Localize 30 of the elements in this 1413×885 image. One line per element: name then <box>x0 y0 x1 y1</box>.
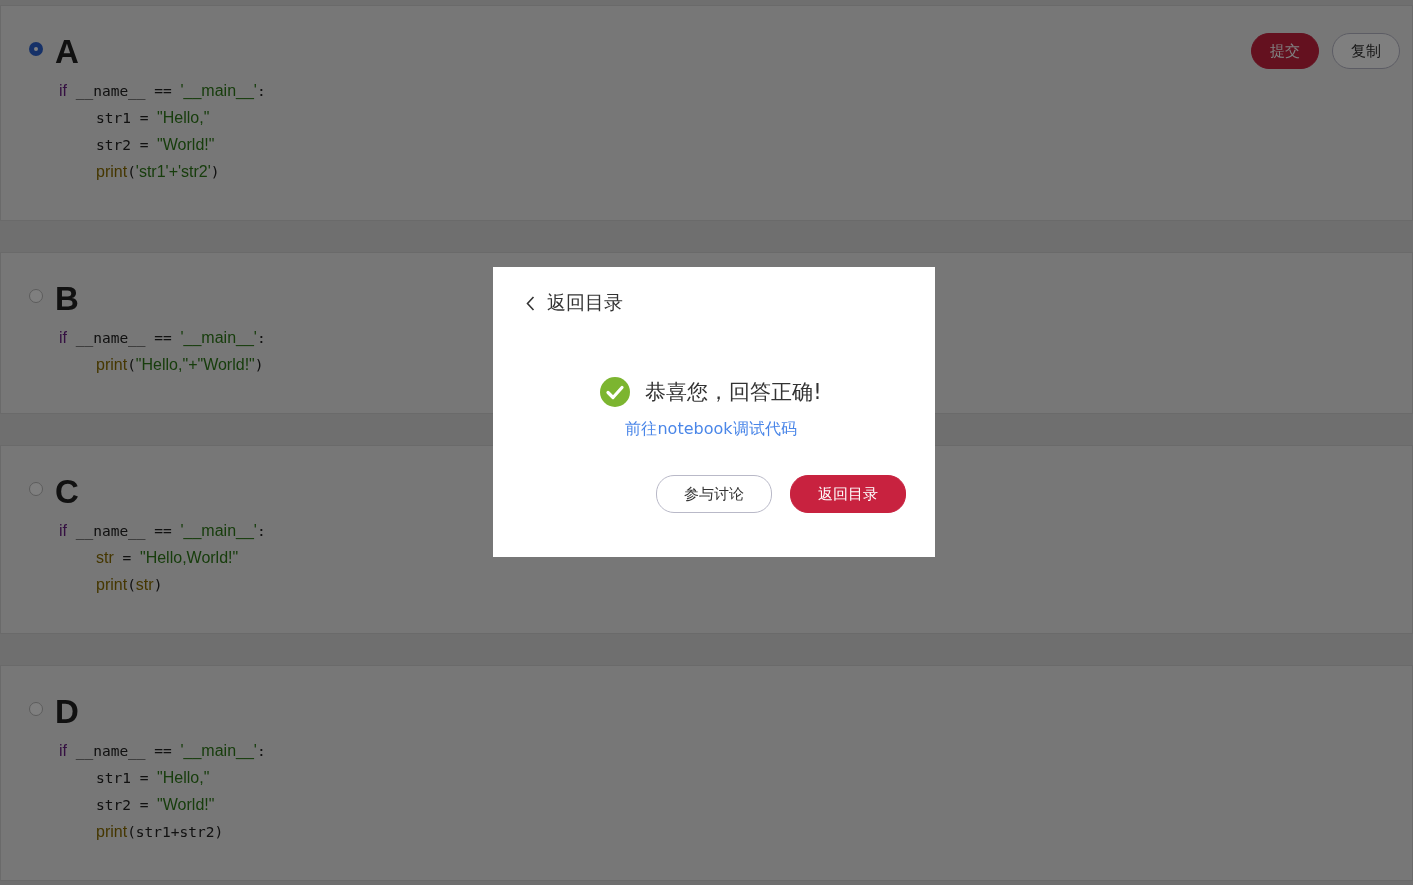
code-line: print("Hello,"+"World!") <box>95 355 265 375</box>
radio-button[interactable] <box>29 42 43 56</box>
code-line: str = "Hello,World!" <box>95 548 240 568</box>
code-line: if __name__ == '__main__': <box>59 741 267 762</box>
option-letter: D <box>55 693 79 731</box>
radio-button[interactable] <box>29 702 43 716</box>
dialog-button[interactable]: 返回目录 <box>790 475 906 513</box>
code-line: print('str1'+'str2') <box>95 162 221 182</box>
action-button[interactable]: 复制 <box>1332 33 1400 69</box>
success-message: 恭喜您，回答正确! <box>645 379 822 406</box>
code-line: str1 = "Hello," <box>95 768 211 788</box>
code-line: if __name__ == '__main__': <box>59 328 267 349</box>
dialog-button[interactable]: 参与讨论 <box>656 475 772 513</box>
option-letter: C <box>55 473 79 511</box>
back-icon[interactable] <box>526 295 535 311</box>
back-link[interactable]: 返回目录 <box>547 290 623 316</box>
code-line: str1 = "Hello," <box>95 108 211 128</box>
code-line: str2 = "World!" <box>95 135 216 155</box>
notebook-link[interactable]: 前往notebook调试代码 <box>625 419 797 438</box>
radio-button[interactable] <box>29 482 43 496</box>
radio-button[interactable] <box>29 289 43 303</box>
code-line: if __name__ == '__main__': <box>59 521 267 542</box>
code-line: str2 = "World!" <box>95 795 216 815</box>
code-line: print(str1+str2) <box>95 822 225 842</box>
option-letter: A <box>55 33 79 71</box>
code-line: if __name__ == '__main__': <box>59 81 267 102</box>
check-icon <box>600 377 631 407</box>
code-line: print(str) <box>95 575 164 595</box>
action-button[interactable]: 提交 <box>1251 33 1319 69</box>
option-letter: B <box>55 280 79 318</box>
